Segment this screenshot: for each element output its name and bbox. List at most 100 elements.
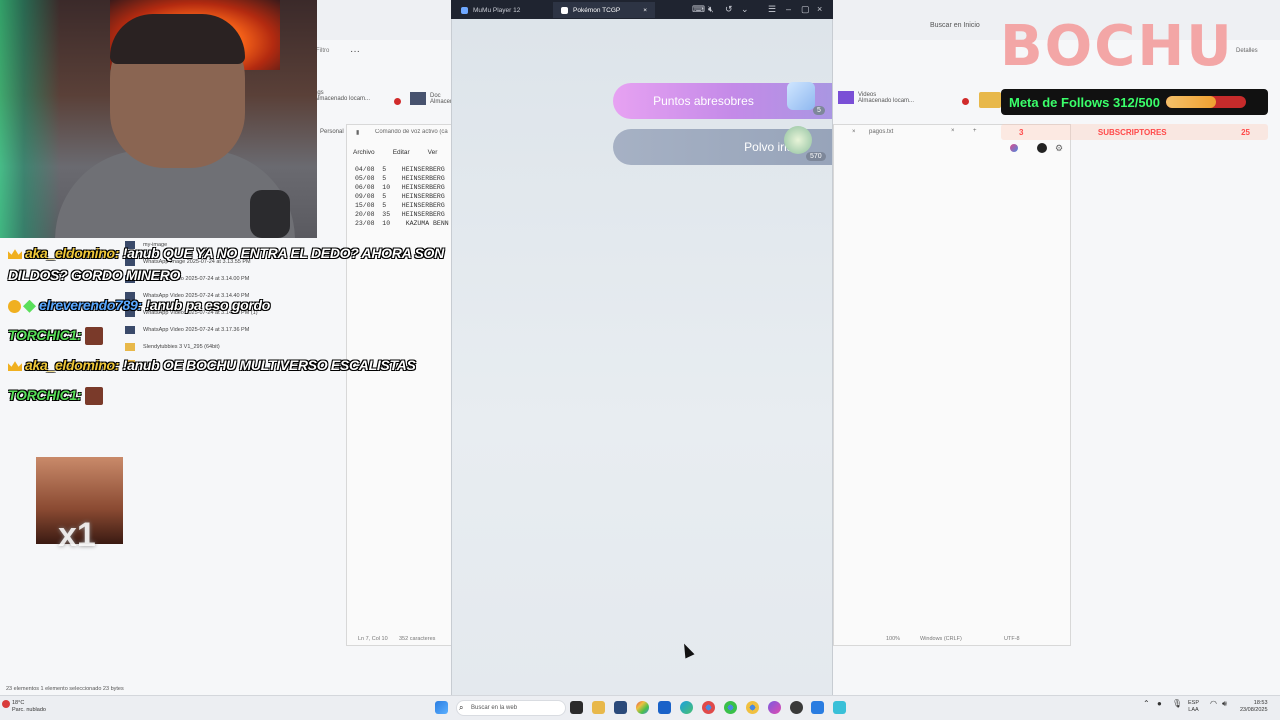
tray-app-icon[interactable]: ●	[1157, 700, 1162, 708]
menu-ver[interactable]: Ver	[428, 149, 438, 156]
subscriber-target: 25	[1241, 127, 1250, 137]
channel-logo: BOCHU	[1000, 14, 1234, 79]
list-item[interactable]: Slendytubbies 3 V1_295 (64bit)	[125, 338, 345, 355]
keyboard-icon[interactable]: ⌨	[692, 4, 705, 15]
tab-mumu-player[interactable]: MuMu Player 12	[453, 2, 528, 18]
file-explorer-icon[interactable]	[592, 701, 605, 714]
notepad-status-zoom: 100%	[886, 636, 901, 642]
notepad-line: 04/08 5 HEINSERBERG	[355, 166, 445, 173]
chat-message: TORCHIC1:	[8, 327, 104, 346]
app-icon[interactable]	[768, 701, 781, 714]
chat-text: !anub pa eso gordo	[141, 297, 270, 313]
crown-badge-icon	[8, 249, 22, 260]
notepad-status-chars: 352 caracteres	[399, 636, 436, 642]
tab-pokemon-tcgp[interactable]: Pokémon TCGP ×	[553, 2, 655, 18]
copilot-icon[interactable]	[1010, 144, 1018, 152]
chevron-down-icon[interactable]: ⌄	[741, 4, 749, 15]
list-item[interactable]: WhatsApp Video 2025-07-24 at 3.17.36 PM	[125, 321, 345, 338]
tab-close-icon[interactable]: ×	[852, 129, 856, 135]
search-icon: ⌕	[459, 703, 464, 712]
notepad-status-encoding: UTF-8	[1004, 636, 1020, 642]
pin-remove-icon[interactable]	[394, 98, 401, 105]
microphone-icon[interactable]: 🎙︎	[1172, 700, 1182, 708]
chat-username: TORCHIC1:	[8, 387, 82, 403]
follow-goal: Meta de Follows 312/500	[1001, 89, 1268, 115]
obs-icon[interactable]	[790, 701, 803, 714]
tab-pagos[interactable]: pagos.txt	[869, 129, 893, 135]
notepad-window-right[interactable]	[833, 124, 1071, 646]
notepad-line: 06/08 10 HEINSERBERG	[355, 184, 445, 191]
weather-desc: Parc. nublado	[12, 707, 46, 713]
pack-points-icon	[787, 82, 815, 110]
language-indicator[interactable]: ESP LAA	[1188, 700, 1199, 714]
clock[interactable]: 18:53 23/08/2025	[1240, 700, 1268, 714]
rotate-icon[interactable]: ↺	[725, 4, 733, 15]
pack-points-count: 5	[813, 106, 825, 115]
wifi-icon[interactable]: ◠	[1210, 700, 1217, 708]
chat-message: elreverendo789: !anub pa eso gordo	[8, 297, 270, 313]
explorer-search-input[interactable]: Buscar en Inicio	[930, 22, 980, 29]
chat-message: aka_eldomino: !anub QUE YA NO ENTRA EL D…	[8, 245, 444, 261]
tab-close-icon[interactable]: ×	[643, 7, 647, 14]
menu-icon[interactable]: ☰	[768, 4, 776, 15]
chat-username: aka_eldomino:	[25, 245, 120, 261]
notepad-icon[interactable]	[833, 701, 846, 714]
edit-icon[interactable]	[1037, 143, 1047, 153]
quick-item-videos[interactable]: Videos Almacenado locam...	[838, 91, 914, 104]
follow-goal-fill	[1166, 96, 1216, 108]
mumu-icon[interactable]	[811, 701, 824, 714]
quick-item-sub: Almacenado locam...	[858, 97, 915, 104]
weather-widget[interactable]: 18°C Parc. nublado	[12, 700, 46, 714]
game-screen[interactable]	[452, 19, 832, 695]
notepad-menu: Archivo Editar Ver	[353, 145, 455, 157]
filter-button[interactable]: Filtro	[316, 48, 329, 54]
more-options-button[interactable]: ···	[350, 46, 360, 57]
chrome-icon[interactable]	[746, 701, 759, 714]
chat-username: elreverendo789:	[39, 297, 142, 313]
weather-icon	[2, 700, 10, 708]
notepad-status-position: Ln 7, Col 10	[358, 636, 388, 642]
laughing-emote-icon	[85, 387, 104, 406]
crown-badge-icon	[8, 361, 22, 372]
maximize-icon[interactable]: ▢	[801, 4, 810, 15]
quick-item-sub: Almacenado locam...	[314, 96, 371, 102]
notepad-line: 23/08 10 KAZUMA BENN	[355, 220, 449, 227]
chrome-icon[interactable]	[724, 701, 737, 714]
chrome-icon[interactable]	[702, 701, 715, 714]
pin-remove-icon[interactable]	[962, 98, 969, 105]
weather-temp: 18°C	[12, 700, 25, 706]
app-icon	[561, 6, 568, 14]
quick-item-images[interactable]: ágs Almacenado locam...	[314, 90, 370, 102]
menu-archivo[interactable]: Archivo	[353, 149, 375, 156]
edge-icon[interactable]	[680, 701, 693, 714]
chat-text: !anub OE BOCHU MULTIVERSO ESCALISTAS	[119, 357, 416, 373]
chevron-up-icon[interactable]: ⌃	[1143, 700, 1150, 708]
settings-icon[interactable]: ⚙	[1055, 143, 1063, 154]
task-view-icon[interactable]	[570, 701, 583, 714]
subscriber-label: SUBSCRIPTORES	[1097, 127, 1167, 137]
pack-points-label: Puntos abresobres	[653, 94, 754, 108]
minimize-icon[interactable]: –	[786, 4, 791, 14]
notepad-text-area[interactable]: 04/08 5 HEINSERBERG 05/08 5 HEINSERBERG 06…	[355, 165, 451, 228]
tab-close-icon[interactable]: ×	[951, 128, 955, 134]
notepad-status-eol: Windows (CRLF)	[920, 636, 962, 642]
close-icon[interactable]: ×	[817, 4, 822, 14]
webcam-feed	[0, 0, 317, 238]
notepad-icon: ▮	[356, 130, 360, 136]
volume-icon[interactable]: 🔊︎	[1222, 700, 1227, 708]
chat-username: TORCHIC1:	[8, 327, 82, 343]
videos-folder-icon	[838, 91, 854, 104]
photos-icon[interactable]	[636, 701, 649, 714]
new-tab-icon[interactable]: +	[973, 128, 977, 134]
menu-editar[interactable]: Editar	[393, 149, 410, 156]
bits-badge-icon	[8, 299, 21, 313]
folder-icon	[979, 92, 1001, 108]
mute-icon[interactable]: 🔇︎	[708, 4, 714, 15]
shinedust-count: 570	[806, 152, 826, 161]
outlook-icon[interactable]	[658, 701, 671, 714]
personal-label: Personal	[320, 129, 344, 135]
taskbar-search-input[interactable]: Buscar en la web	[456, 700, 566, 716]
app-icon[interactable]	[614, 701, 627, 714]
follow-goal-bar	[1166, 96, 1247, 108]
windows-start-icon[interactable]	[435, 701, 448, 714]
